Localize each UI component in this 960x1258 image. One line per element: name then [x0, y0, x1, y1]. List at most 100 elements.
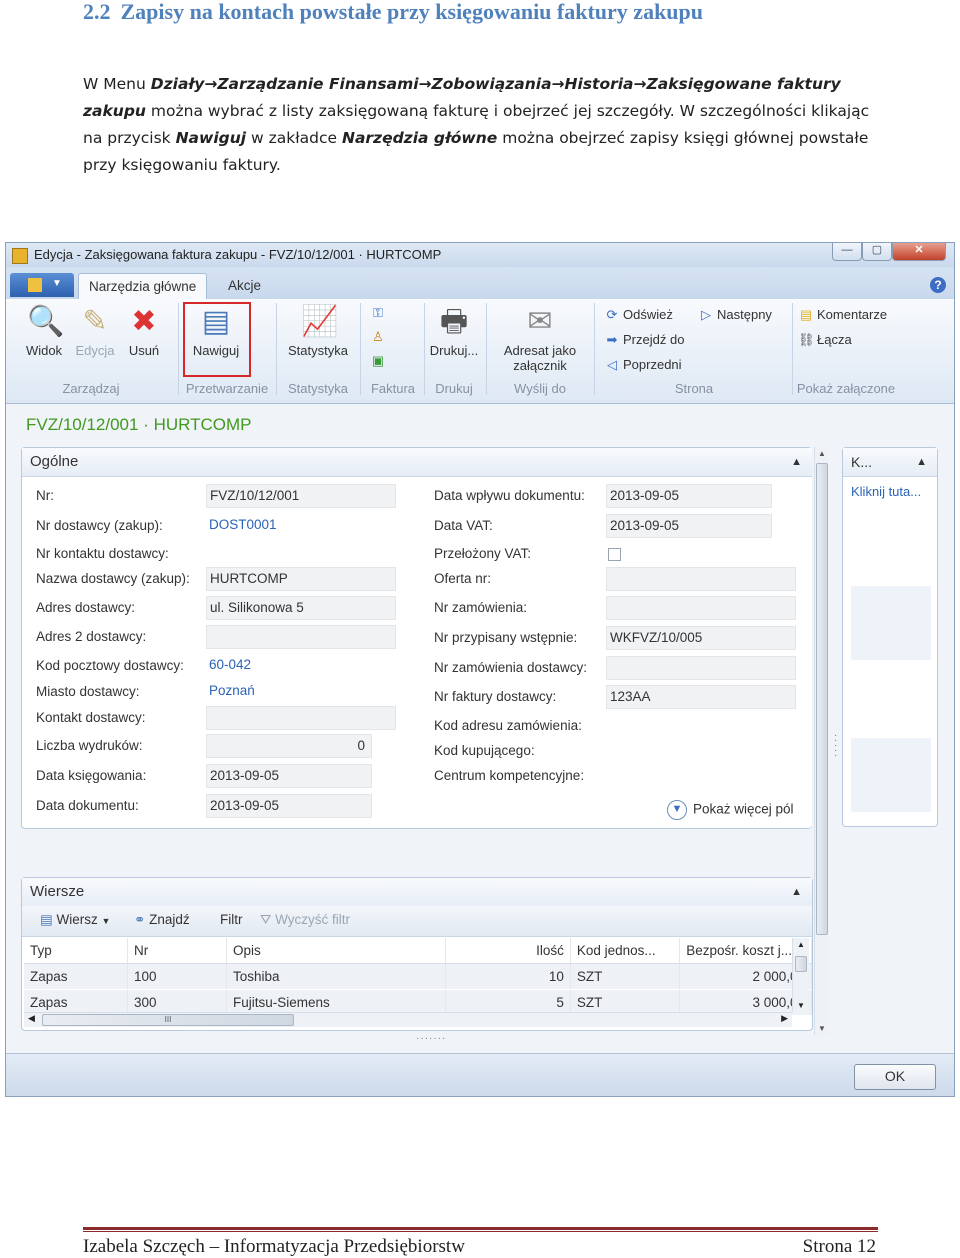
clear-filter-icon: ⛛ [260, 912, 272, 927]
przelozony-vat-checkbox[interactable] [608, 548, 621, 561]
filtr-button[interactable]: Filtr [220, 912, 243, 927]
group-faktura: Faktura [370, 381, 416, 396]
minimize-button[interactable]: — [832, 243, 862, 261]
table-row[interactable]: Zapas 100 Toshiba 10 SZT 2 000,00 [24, 963, 812, 990]
record-title: FVZ/10/12/001 · HURTCOMP [26, 415, 252, 434]
komentarze-button[interactable]: ▤ Komentarze [798, 307, 887, 323]
table-cell: Toshiba [226, 963, 446, 990]
main-scrollbar[interactable]: ▲ ▼ [814, 447, 829, 1035]
poprzedni-label: Poprzedni [623, 357, 682, 372]
table-icon: ▤ [40, 912, 53, 927]
maximize-button[interactable]: ▢ [862, 243, 892, 261]
field-value[interactable]: 60-042 [206, 654, 396, 678]
window-footer: OK [6, 1053, 954, 1096]
filtr-label: Filtr [220, 912, 243, 927]
column-header[interactable]: Opis [226, 938, 446, 964]
link-icon: ⛓ [798, 332, 815, 347]
scroll-up-icon[interactable]: ▲ [797, 940, 805, 949]
view-icon: 🔍 [27, 305, 65, 338]
widok-button[interactable]: 🔍 Widok [20, 305, 68, 358]
field-value: 0 [206, 734, 372, 758]
column-header[interactable]: Typ [24, 938, 128, 964]
wiersz-menu[interactable]: ▤ Wiersz ▼ [40, 912, 110, 928]
field-value[interactable]: Poznań [206, 680, 396, 704]
usun-button[interactable]: ✖ Usuń [122, 305, 166, 358]
lacza-button[interactable]: ⛓ Łącza [798, 332, 852, 348]
field-label: Centrum kompetencyjne: [434, 768, 585, 783]
arrow-right-icon: ➡ [606, 332, 618, 347]
field-value: 2013-09-05 [606, 484, 772, 508]
field-value [206, 625, 396, 649]
splitter-grip[interactable]: · · · · · [834, 731, 837, 761]
ribbon: 🔍 Widok ✎ Edycja ✖ Usuń Zarządzaj ▤ Nawiguj … [6, 299, 954, 404]
znajdz-button[interactable]: ⚭ Znajdź [134, 912, 190, 928]
field-label: Kod kupującego: [434, 743, 535, 758]
factbox-header[interactable]: K... ▲ [843, 448, 937, 477]
faktura-action-1[interactable]: ⚿ [370, 305, 389, 321]
app-menu-button[interactable]: ▼ [10, 273, 74, 297]
grid-vscroll-thumb[interactable] [795, 956, 807, 972]
group-separator [486, 303, 487, 395]
column-header[interactable]: Nr [127, 938, 228, 964]
znajdz-label: Znajdź [149, 912, 190, 927]
field-value[interactable]: DOST0001 [206, 514, 396, 538]
field-label: Nr dostawcy (zakup): [36, 518, 163, 533]
field-value: 123AA [606, 685, 796, 709]
edycja-button[interactable]: ✎ Edycja [70, 305, 120, 358]
show-more-fields[interactable]: ▼ Pokaż więcej pól [667, 800, 794, 820]
footer-rule [83, 1227, 878, 1230]
factbox-pane: K... ▲ Kliknij tuta... [842, 447, 938, 827]
column-header[interactable]: Kod jednos... [570, 938, 681, 964]
lines-header[interactable]: Wiersze ▲ [22, 878, 812, 907]
faktura-action-3[interactable]: ▣ [370, 353, 389, 369]
table-cell: 100 [127, 963, 228, 990]
drukuj-button[interactable]: 🖶 Drukuj... [426, 305, 482, 358]
table-cell: Zapas [24, 963, 128, 990]
field-label: Nr: [36, 488, 54, 503]
wyczysc-filtr-button[interactable]: ⛛ Wyczyść filtr [260, 912, 350, 928]
odswiez-button[interactable]: ⟳ Odśwież [604, 307, 673, 323]
tab-akcje[interactable]: Akcje [218, 273, 271, 299]
invoice-window: Edycja - Zaksięgowana faktura zakupu - F… [5, 242, 955, 1097]
column-header[interactable]: Ilość [445, 938, 571, 964]
factbox-link[interactable]: Kliknij tuta... [851, 484, 921, 499]
group-separator [424, 303, 425, 395]
scroll-up-icon[interactable]: ▲ [818, 449, 826, 458]
statystyka-button[interactable]: 📈 Statystyka [282, 305, 354, 358]
collapse-icon[interactable]: ▲ [916, 448, 927, 476]
grid-hscroll[interactable]: ◀ III ▶ [24, 1012, 792, 1027]
scroll-right-icon[interactable]: ▶ [781, 1013, 788, 1024]
general-header[interactable]: Ogólne ▲ [22, 448, 812, 477]
field-value: FVZ/10/12/001 [206, 484, 396, 508]
ok-button[interactable]: OK [854, 1064, 936, 1090]
scroll-down-icon[interactable]: ▼ [797, 1001, 805, 1010]
collapse-icon[interactable]: ▲ [791, 878, 802, 906]
splitter-grip[interactable]: ······· [416, 1033, 446, 1044]
collapse-icon[interactable]: ▲ [791, 448, 802, 476]
group-zarzadzaj: Zarządzaj [62, 381, 120, 396]
field-value: 2013-09-05 [206, 764, 372, 788]
section-number: 2.2 [83, 0, 111, 24]
group-wyslij: Wyślij do [514, 381, 566, 396]
body-paragraph: W Menu Działy→Zarządzanie Finansami→Zobo… [83, 71, 883, 179]
close-button[interactable]: ✕ [892, 243, 946, 261]
scroll-thumb[interactable] [816, 463, 828, 935]
table-cell: SZT [570, 963, 681, 990]
przejdz-button[interactable]: ➡ Przejdź do [604, 332, 685, 348]
nastepny-button[interactable]: ▷ Następny [698, 307, 772, 323]
adresat-button[interactable]: ✉ Adresat jako załącznik [490, 305, 590, 373]
grid-hscroll-thumb[interactable]: III [42, 1014, 294, 1026]
faktura-action-2[interactable]: ♙ [370, 329, 389, 345]
field-value: 2013-09-05 [206, 794, 372, 818]
scroll-left-icon[interactable]: ◀ [28, 1013, 35, 1024]
field-label: Data dokumentu: [36, 798, 139, 813]
scroll-down-icon[interactable]: ▼ [818, 1024, 826, 1033]
help-icon[interactable]: ? [930, 277, 946, 293]
para-text-3: w zakładce [246, 129, 342, 147]
table-cell: 10 [445, 963, 571, 990]
tab-narzedzia-glowne[interactable]: Narzędzia główne [78, 273, 208, 300]
poprzedni-button[interactable]: ◁ Poprzedni [604, 357, 682, 373]
app-logo-icon [28, 278, 42, 292]
grid-vscroll[interactable]: ▲ ▼ [792, 938, 809, 1012]
binoculars-icon: ⚭ [134, 912, 146, 927]
